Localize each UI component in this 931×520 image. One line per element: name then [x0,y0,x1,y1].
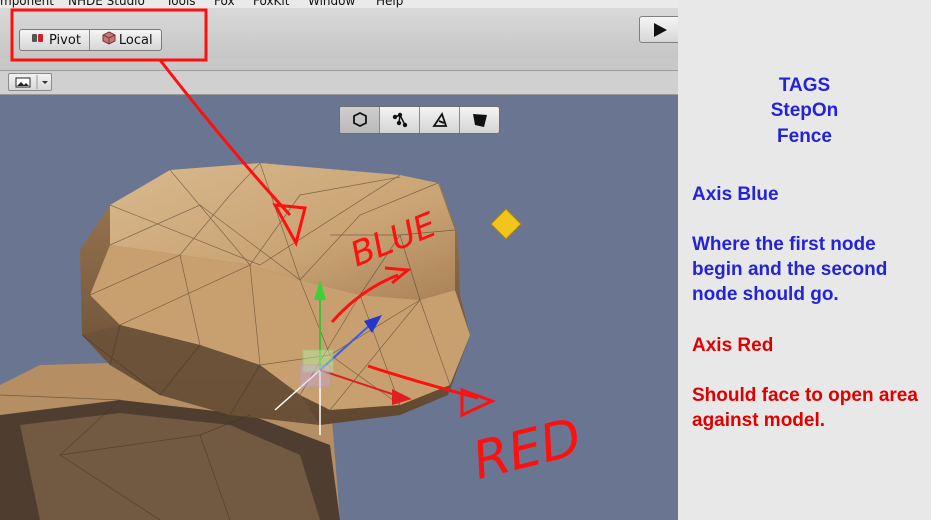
cube-icon [352,111,367,128]
nodes-view-button[interactable] [379,107,419,133]
render-mode-dropdown[interactable] [8,73,52,91]
nodes-icon [392,112,407,128]
chevron-down-icon [42,81,48,84]
faces-icon [472,114,487,127]
tags-title: TAGS [778,75,831,96]
axis-blue-description: Where the first node begin and the secon… [692,234,888,305]
toolbar-divider [0,58,678,71]
menu-item-foxkit[interactable]: FoxKit [253,0,289,8]
play-icon [654,23,667,37]
faces-view-button[interactable] [459,107,499,133]
menu-bar: mponent NHDE Studio Tools Fox FoxKit Win… [0,0,678,8]
axis-blue-title: Axis Blue [692,184,779,205]
light-gizmo-icon [490,208,522,240]
menu-item-fox[interactable]: Fox [214,0,235,8]
menu-item-window[interactable]: Window [308,0,355,8]
toolbar: Pivot Local [0,8,683,58]
menu-item-component[interactable]: mponent [0,0,54,8]
scene-header [0,71,678,95]
tag-stepon: StepOn [770,100,839,121]
local-label: Local [118,32,153,48]
axis-red-title: Axis Red [692,335,774,356]
rock-model [0,162,522,520]
notes-panel: TAGS StepOn Fence Axis Blue Where the fi… [678,0,931,520]
pivot-icon [30,32,46,48]
edges-view-button[interactable] [419,107,459,133]
local-cube-icon [102,31,116,49]
scene-viewport[interactable] [0,95,678,520]
view-mode-toolbar [339,106,500,134]
local-button[interactable]: Local [88,30,161,50]
menu-item-help[interactable]: Help [376,0,403,8]
tag-fence: Fence [777,126,832,147]
menu-item-nhde-studio[interactable]: NHDE Studio [68,0,145,8]
menu-item-tools[interactable]: Tools [166,0,196,8]
pivot-local-toggle: Pivot Local [19,29,162,51]
cube-view-button[interactable] [340,107,379,133]
edges-icon [431,111,447,127]
pivot-button[interactable]: Pivot [20,30,89,50]
pivot-label: Pivot [49,32,81,48]
play-button[interactable] [639,16,683,43]
image-icon [15,75,48,89]
axis-red-description: Should face to open area against model. [692,385,918,431]
